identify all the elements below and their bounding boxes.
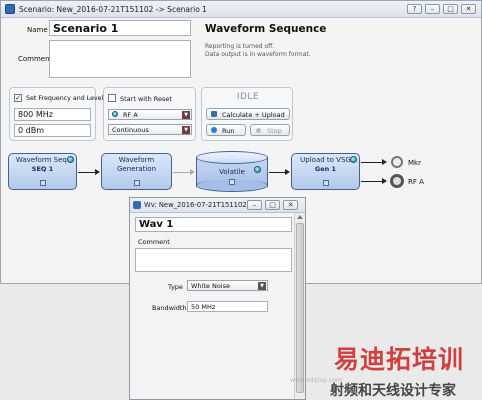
chevron-down-icon: ▼: [182, 126, 190, 134]
minimize-button[interactable]: –: [425, 4, 440, 14]
waveform-name-input[interactable]: Wav 1: [135, 217, 292, 232]
waveform-gen-title2: Generation: [116, 165, 157, 173]
mkr-arrowhead: [382, 159, 387, 165]
set-freq-level-checkbox[interactable]: ✓: [14, 94, 22, 102]
calculate-icon: [211, 111, 217, 117]
waveform-seq-block[interactable]: Waveform Seq. SEQ 1: [8, 153, 77, 190]
start-output-group: Start with Reset RF A ▼ Continuous ▼: [103, 87, 196, 141]
volatile-top: [196, 151, 268, 164]
flow-arrowhead-3: [285, 169, 290, 175]
scroll-thumb[interactable]: [296, 223, 304, 393]
main-titlebar[interactable]: Scenario: New_2016-07-21T151102 -> Scena…: [1, 1, 481, 18]
flow-arrow-3: [269, 172, 285, 173]
chevron-down-icon: ▼: [182, 111, 190, 119]
status-text: IDLE: [236, 92, 260, 102]
waveform-comment-label: Comment: [138, 238, 170, 246]
waveform-seq-sub: SEQ 1: [31, 165, 54, 173]
output-format-info: Data output is in waveform format.: [205, 51, 311, 58]
upload-vsg-sub: Gen 1: [314, 165, 337, 173]
upload-status-icon: [350, 156, 357, 163]
mode-select[interactable]: Continuous ▼: [108, 124, 192, 135]
volatile-storage-block[interactable]: Volatile: [196, 151, 268, 193]
app-icon: [5, 4, 15, 14]
rf-label: RF A: [408, 178, 424, 186]
flow-arrow-1: [78, 172, 95, 173]
start-with-reset-checkbox[interactable]: [108, 94, 116, 102]
mkr-line: [361, 162, 382, 163]
bandwidth-label: Bandwidth: [152, 304, 187, 312]
flow-arrowhead-2: [190, 169, 195, 175]
flow-arrowhead-1: [95, 169, 100, 175]
waveform-comment-input[interactable]: [135, 248, 292, 272]
output-select-value: RF A: [123, 111, 138, 119]
waveform-seq-title: Waveform Seq.: [15, 156, 70, 164]
help-button[interactable]: ?: [407, 4, 422, 14]
stop-icon: [256, 128, 261, 133]
type-select[interactable]: White Noise ▼: [187, 280, 268, 291]
start-with-reset-label: Start with Reset: [120, 95, 172, 103]
maximize-button[interactable]: □: [443, 4, 458, 14]
set-freq-level-label: Set Frequency and Level: [26, 95, 104, 102]
seq-status-icon: [67, 156, 74, 163]
run-label: Run: [222, 127, 235, 135]
upload-vsg-block[interactable]: Upload to VSG Gen 1: [291, 153, 360, 190]
upload-vsg-title: Upload to VSG: [300, 156, 351, 164]
watermark-logo: 易迪拓培训: [334, 345, 465, 374]
type-label: Type: [168, 283, 183, 291]
volatile-status-icon: [254, 166, 261, 173]
comment-label: Comment: [18, 55, 53, 63]
window-title: Scenario: New_2016-07-21T151102 -> Scena…: [19, 5, 207, 14]
name-label: Name: [27, 26, 48, 34]
chevron-down-icon: ▼: [258, 282, 266, 290]
wv-minimize-button[interactable]: –: [247, 200, 262, 210]
comment-input[interactable]: [49, 40, 191, 78]
waveform-window: Wv: New_2016-07-21T151102 -> – □ ✕ Wav 1…: [129, 197, 306, 400]
run-button[interactable]: Run: [206, 124, 246, 136]
type-select-value: White Noise: [191, 282, 230, 290]
output-status-icon: [112, 111, 118, 117]
output-select[interactable]: RF A ▼: [108, 109, 192, 120]
bandwidth-input[interactable]: 50 MHz: [187, 301, 268, 312]
sequence-heading: Waveform Sequence: [205, 23, 327, 35]
mkr-connector-icon[interactable]: [391, 156, 403, 168]
block-menu-icon: [40, 180, 46, 186]
frequency-level-group: ✓ Set Frequency and Level 800 MHz 0 dBm: [9, 87, 103, 141]
waveform-window-title: Wv: New_2016-07-21T151102 ->: [144, 201, 257, 209]
scroll-up-icon[interactable]: [297, 215, 303, 219]
vertical-scrollbar[interactable]: [294, 213, 305, 399]
calculate-upload-button[interactable]: Calculate + Upload: [206, 108, 290, 120]
wv-close-button[interactable]: ✕: [283, 200, 298, 210]
close-button[interactable]: ✕: [461, 4, 476, 14]
rf-line: [361, 181, 382, 182]
name-input[interactable]: Scenario 1: [49, 20, 191, 36]
level-input[interactable]: 0 dBm: [14, 124, 91, 137]
mkr-label: Mkr: [408, 159, 421, 167]
wv-maximize-button[interactable]: □: [265, 200, 280, 210]
calculate-upload-label: Calculate + Upload: [222, 111, 285, 119]
stop-label: Stop: [267, 127, 282, 135]
flow-arrow-2: [173, 172, 190, 173]
mode-select-value: Continuous: [112, 126, 149, 134]
waveform-gen-title: Waveform: [118, 156, 155, 164]
stop-button[interactable]: Stop: [250, 124, 290, 136]
waveform-generation-block[interactable]: Waveform Generation: [101, 153, 172, 190]
waveform-titlebar[interactable]: Wv: New_2016-07-21T151102 -> – □ ✕: [130, 198, 305, 213]
block-menu-icon: [229, 179, 235, 185]
reporting-info: Reporting is turned off.: [205, 43, 275, 50]
run-group: IDLE Calculate + Upload Run Stop: [201, 87, 293, 141]
run-icon: [211, 127, 217, 133]
frequency-input[interactable]: 800 MHz: [14, 108, 91, 121]
block-menu-icon: [323, 180, 329, 186]
waveform-app-icon: [133, 201, 141, 209]
watermark-slogan: 射频和天线设计专家: [330, 383, 456, 399]
rf-arrowhead: [382, 178, 387, 184]
block-menu-icon: [134, 180, 140, 186]
rf-connector-icon[interactable]: [390, 174, 404, 188]
